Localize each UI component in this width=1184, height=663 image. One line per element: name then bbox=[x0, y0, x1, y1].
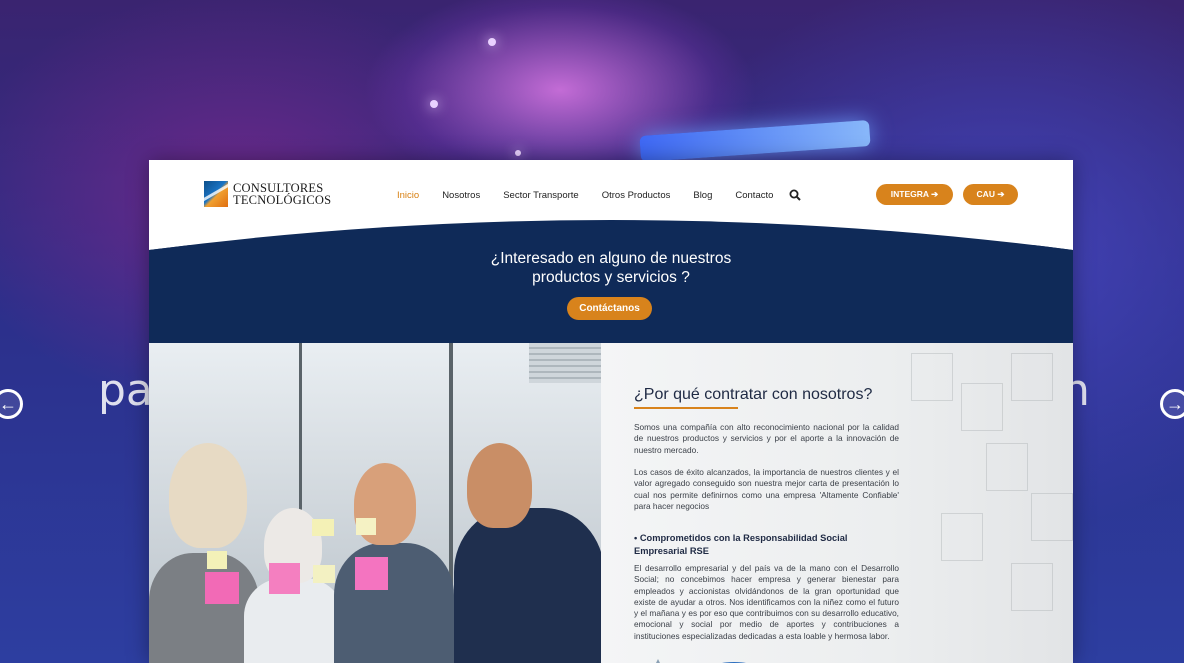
person-body bbox=[334, 543, 454, 663]
nav-item-nosotros[interactable]: Nosotros bbox=[442, 190, 480, 201]
sticky-note bbox=[269, 563, 300, 594]
hex-pattern bbox=[941, 513, 983, 561]
why-paragraph-2: Los casos de éxito alcanzados, la import… bbox=[634, 467, 899, 511]
hex-pattern bbox=[911, 353, 953, 401]
nav-item-contacto[interactable]: Contacto bbox=[735, 190, 773, 201]
why-section: ¿Por qué contratar con nosotros? Somos u… bbox=[601, 343, 1073, 663]
integra-button[interactable]: INTEGRA ➔ bbox=[876, 184, 953, 205]
person-head bbox=[169, 443, 247, 548]
arrow-right-icon: → bbox=[1166, 393, 1184, 414]
person-body bbox=[149, 553, 259, 663]
search-icon[interactable] bbox=[789, 189, 802, 201]
team-photo bbox=[149, 343, 601, 663]
cta-title-line-1: ¿Interesado en alguno de nuestros bbox=[490, 250, 732, 267]
why-title-underline bbox=[634, 407, 738, 409]
hex-pattern bbox=[1011, 353, 1053, 401]
hex-pattern bbox=[1011, 563, 1053, 611]
site-frame: CONSULTORES TECNOLÓGICOS Inicio Nosotros… bbox=[149, 160, 1073, 663]
hero-sparkle bbox=[488, 38, 496, 46]
sticky-note bbox=[355, 557, 388, 590]
sticky-note bbox=[205, 572, 239, 604]
header-curve bbox=[149, 210, 1073, 250]
person-head bbox=[467, 443, 532, 528]
nav-item-inicio[interactable]: Inicio bbox=[397, 190, 419, 201]
logo-line-2: TECNOLÓGICOS bbox=[233, 193, 332, 207]
sticky-note bbox=[207, 551, 227, 569]
hex-pattern bbox=[986, 443, 1028, 491]
hex-pattern bbox=[1031, 493, 1073, 541]
sticky-note bbox=[356, 518, 376, 535]
cau-button[interactable]: CAU ➔ bbox=[963, 184, 1018, 205]
logo[interactable]: CONSULTORES TECNOLÓGICOS bbox=[204, 181, 331, 207]
arrow-left-icon: ← bbox=[0, 393, 17, 414]
main-nav: Inicio Nosotros Sector Transporte Otros … bbox=[397, 189, 802, 201]
slider-next-button[interactable]: → bbox=[1160, 389, 1184, 419]
logo-mark-icon bbox=[204, 181, 228, 207]
nav-item-sector-transporte[interactable]: Sector Transporte bbox=[503, 190, 579, 201]
logo-text: CONSULTORES TECNOLÓGICOS bbox=[233, 182, 332, 207]
hero-tablet-glow bbox=[639, 120, 871, 162]
contact-button[interactable]: Contáctanos bbox=[567, 297, 652, 320]
cta-title-line-2: productos y servicios ? bbox=[532, 269, 690, 286]
partner-logos bbox=[656, 659, 746, 663]
hex-pattern bbox=[961, 383, 1003, 431]
nav-item-blog[interactable]: Blog bbox=[693, 190, 712, 201]
why-paragraph-1: Somos una compañía con alto reconocimien… bbox=[634, 422, 899, 455]
sticky-note bbox=[313, 565, 335, 583]
cta-title: ¿Interesado en alguno de nuestros produc… bbox=[149, 249, 1073, 287]
nav-item-otros-productos[interactable]: Otros Productos bbox=[602, 190, 671, 201]
window-blind bbox=[529, 343, 601, 383]
hero-sparkle bbox=[515, 150, 521, 156]
sticky-note bbox=[312, 519, 334, 536]
rse-subheading: • Comprometidos con la Responsabilidad S… bbox=[634, 533, 848, 556]
hero-slide-text-left: pa bbox=[98, 365, 153, 416]
why-title: ¿Por qué contratar con nosotros? bbox=[634, 386, 873, 403]
hero-sparkle bbox=[430, 100, 438, 108]
why-paragraph-3: El desarrollo empresarial y del país va … bbox=[634, 563, 899, 641]
person-body bbox=[454, 508, 601, 663]
